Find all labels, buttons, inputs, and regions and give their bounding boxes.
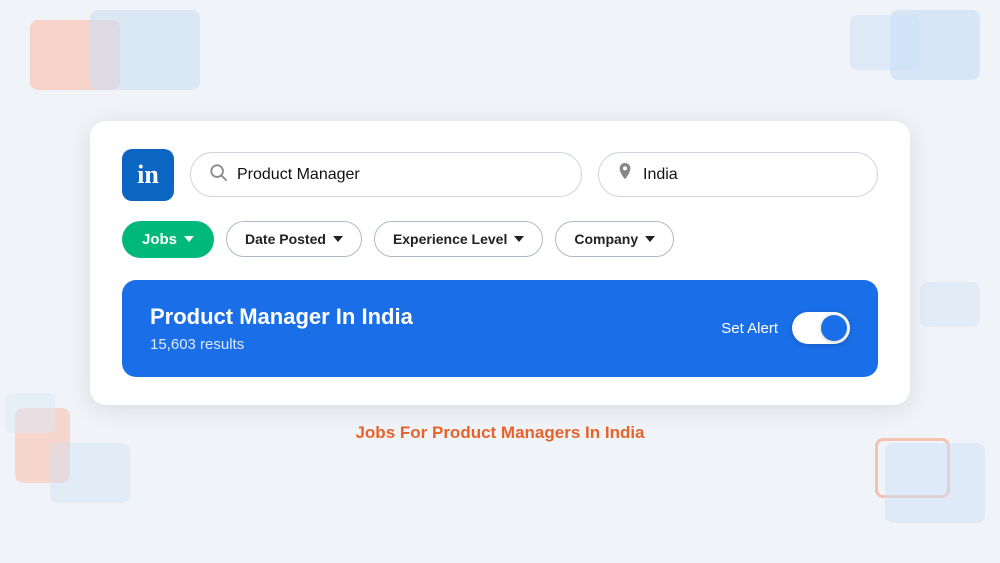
bg-decoration-2 bbox=[90, 10, 200, 90]
result-info: Product Manager In India 15,603 results bbox=[150, 304, 413, 353]
alert-section: Set Alert bbox=[721, 312, 850, 344]
location-icon bbox=[617, 163, 633, 186]
jobs-chevron-icon bbox=[184, 236, 194, 242]
company-button[interactable]: Company bbox=[555, 221, 674, 257]
experience-level-button[interactable]: Experience Level bbox=[374, 221, 543, 257]
linkedin-logo: in bbox=[122, 149, 174, 201]
job-search-wrap[interactable] bbox=[190, 152, 582, 197]
search-row: in bbox=[122, 149, 878, 201]
experience-level-chevron-icon bbox=[514, 236, 524, 242]
alert-label: Set Alert bbox=[721, 320, 778, 337]
date-posted-button[interactable]: Date Posted bbox=[226, 221, 362, 257]
result-title: Product Manager In India bbox=[150, 304, 413, 330]
jobs-button[interactable]: Jobs bbox=[122, 221, 214, 258]
search-icon bbox=[209, 163, 227, 186]
company-chevron-icon bbox=[645, 236, 655, 242]
filter-row: Jobs Date Posted Experience Level Compan… bbox=[122, 221, 878, 258]
main-card: in Jobs bbox=[90, 121, 910, 405]
job-search-input[interactable] bbox=[237, 166, 563, 184]
date-posted-label: Date Posted bbox=[245, 231, 326, 247]
set-alert-toggle[interactable] bbox=[792, 312, 850, 344]
bg-decoration-8 bbox=[885, 443, 985, 523]
company-label: Company bbox=[574, 231, 638, 247]
location-search-wrap[interactable] bbox=[598, 152, 878, 197]
result-card: Product Manager In India 15,603 results … bbox=[122, 280, 878, 377]
bg-decoration-10 bbox=[5, 393, 55, 433]
page-caption: Jobs For Product Managers In India bbox=[355, 423, 644, 443]
jobs-button-label: Jobs bbox=[142, 231, 177, 248]
location-search-input[interactable] bbox=[643, 166, 859, 184]
bg-decoration-4 bbox=[890, 10, 980, 80]
experience-level-label: Experience Level bbox=[393, 231, 507, 247]
linkedin-logo-text: in bbox=[137, 162, 159, 188]
date-posted-chevron-icon bbox=[333, 236, 343, 242]
toggle-knob bbox=[821, 315, 847, 341]
bg-decoration-6 bbox=[50, 443, 130, 503]
result-count: 15,603 results bbox=[150, 336, 413, 353]
bg-decoration-9 bbox=[920, 282, 980, 327]
